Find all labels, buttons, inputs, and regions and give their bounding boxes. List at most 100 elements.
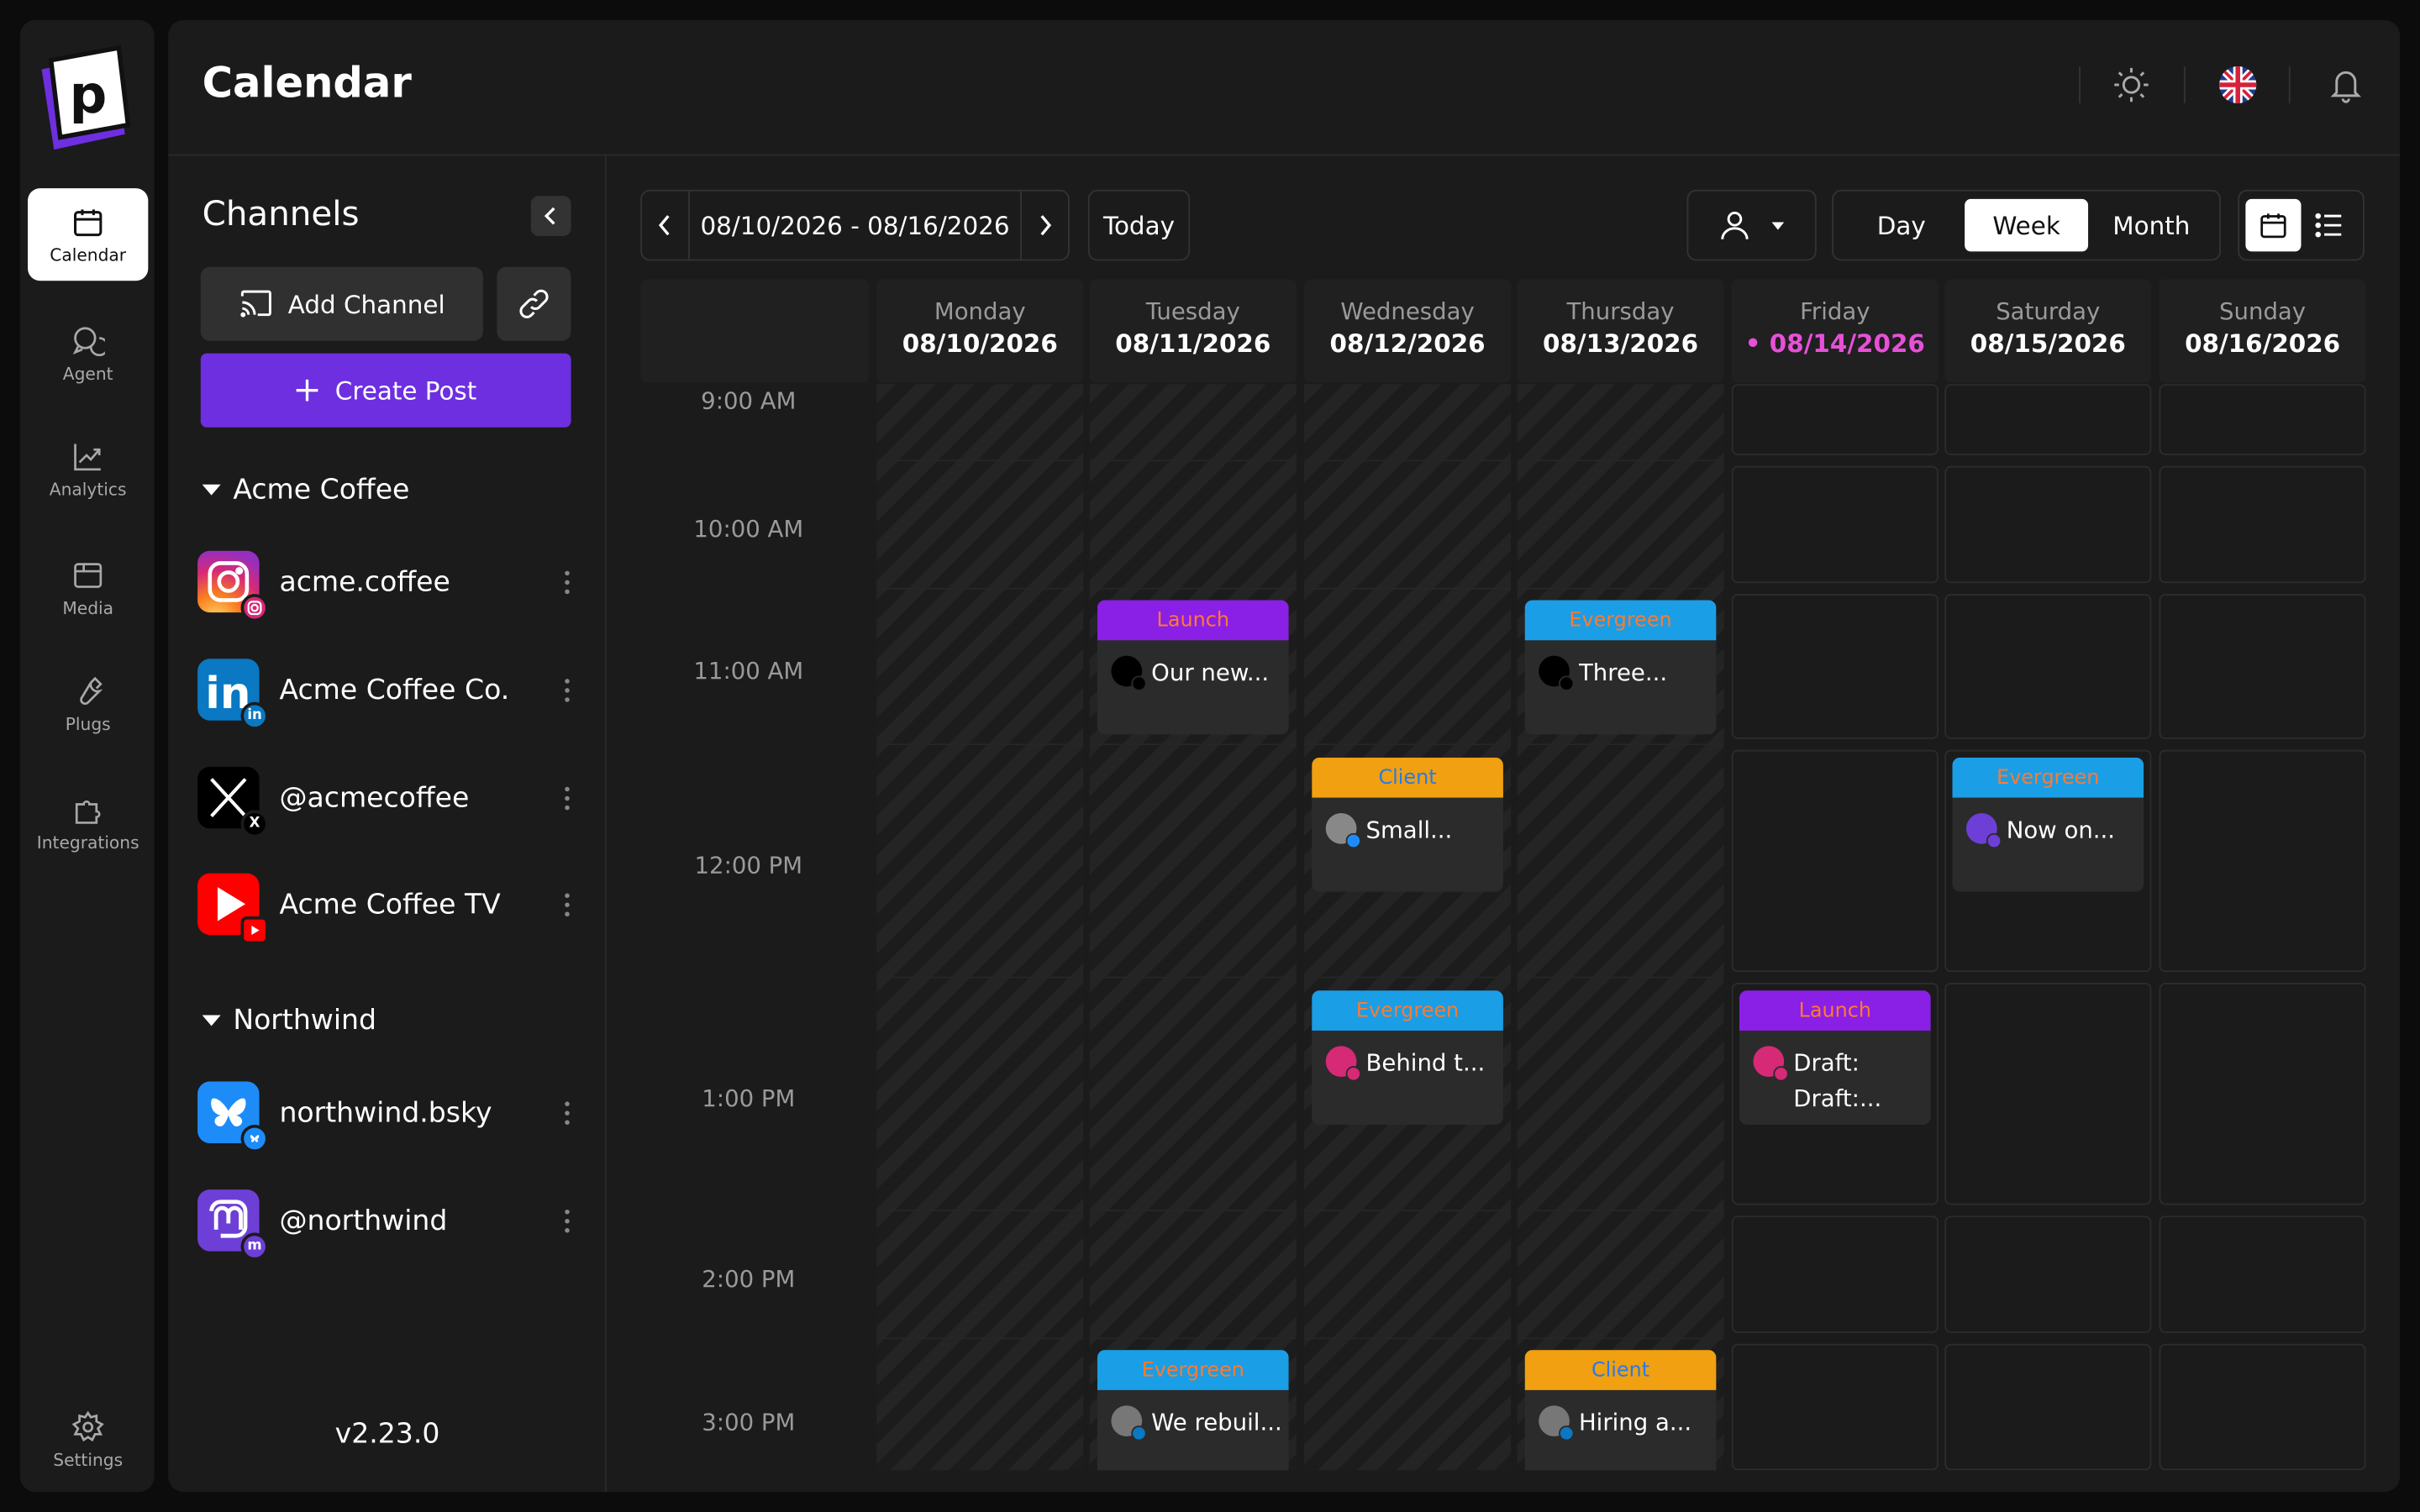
hour-divider bbox=[1089, 1209, 1297, 1211]
time-slot[interactable] bbox=[1731, 465, 1939, 584]
today-button[interactable]: Today bbox=[1087, 189, 1191, 261]
time-slot[interactable] bbox=[2159, 1215, 2366, 1333]
hour-divider bbox=[1089, 1337, 1297, 1340]
nav-media[interactable]: Media bbox=[28, 542, 148, 634]
customer-select[interactable] bbox=[1686, 189, 1817, 261]
time-slot[interactable] bbox=[1944, 1343, 2152, 1471]
post-preview-body: Our new... bbox=[1097, 640, 1289, 691]
post-preview-text-wrap: Behind t... bbox=[1365, 1046, 1485, 1081]
group-toggle-northwind[interactable]: Northwind bbox=[202, 1005, 376, 1037]
create-post-button[interactable]: Create Post bbox=[200, 353, 571, 428]
time-slot[interactable] bbox=[2159, 982, 2366, 1205]
header-divider bbox=[2183, 66, 2186, 104]
week-grid: Monday 08/10/2026 Tuesday 08/11/2026 Wednesd… bbox=[640, 279, 2366, 1471]
nav-agent[interactable]: Agent bbox=[28, 307, 148, 400]
nav-plugs[interactable]: Plugs bbox=[28, 657, 148, 749]
channel-menu-icon[interactable] bbox=[555, 785, 577, 810]
time-slot[interactable] bbox=[1731, 749, 1939, 973]
post-preview-body: We rebuil... bbox=[1097, 1390, 1289, 1441]
platform-badge-icon bbox=[1131, 675, 1147, 691]
day-header: Wednesday 08/12/2026 bbox=[1304, 279, 1512, 383]
channel-menu-icon[interactable] bbox=[555, 1100, 577, 1125]
channel-menu-icon[interactable] bbox=[555, 678, 577, 701]
day-date: 08/16/2026 bbox=[2185, 328, 2341, 359]
post-preview-text: Behind t... bbox=[1365, 1048, 1486, 1078]
post-tag: Evergreen bbox=[1952, 757, 2144, 798]
channel-item-acme-coffee-co[interactable]: in in Acme Coffee Co. bbox=[197, 653, 577, 730]
view-switcher: Day Week Month bbox=[1832, 189, 2222, 261]
svg-text:p: p bbox=[70, 64, 108, 125]
hour-divider bbox=[876, 587, 1084, 590]
time-slot[interactable] bbox=[2159, 749, 2366, 973]
channel-item-acme-coffee[interactable]: acme.coffee bbox=[197, 544, 577, 622]
collapse-sidebar-button[interactable] bbox=[530, 196, 571, 237]
post-preview-card[interactable]: Launch Our new... bbox=[1097, 600, 1289, 735]
time-slot[interactable] bbox=[1944, 982, 2152, 1205]
display-mode-switcher bbox=[2238, 189, 2365, 261]
post-preview-text-wrap: Our new... bbox=[1151, 656, 1269, 691]
time-slot[interactable] bbox=[1944, 465, 2152, 584]
time-slot[interactable] bbox=[1731, 384, 1939, 455]
main-panel: Calendar Channels Add Channel Create Pos… bbox=[168, 19, 2401, 1493]
nav-analytics[interactable]: Analytics bbox=[28, 423, 148, 515]
puzzle-icon bbox=[75, 799, 101, 823]
time-slot[interactable] bbox=[2159, 594, 2366, 739]
view-month-button[interactable]: Month bbox=[2090, 199, 2213, 251]
post-preview-card[interactable]: Launch Draft: Draft:... bbox=[1739, 990, 1931, 1125]
post-preview-card[interactable]: Client Hiring a... bbox=[1524, 1350, 1717, 1471]
post-preview-card[interactable]: Evergreen Now on... bbox=[1952, 757, 2144, 892]
day-name: Sunday bbox=[2219, 297, 2307, 326]
nav-integrations[interactable]: Integrations bbox=[28, 776, 148, 869]
time-slot[interactable] bbox=[2159, 1343, 2366, 1471]
prev-week-button[interactable] bbox=[642, 192, 688, 260]
calendar-mode-button[interactable] bbox=[2245, 198, 2302, 252]
post-preview-card[interactable]: Client Small... bbox=[1312, 757, 1503, 892]
theme-toggle-button[interactable] bbox=[2110, 63, 2153, 106]
channel-name: northwind.bsky bbox=[279, 1095, 492, 1129]
channel-menu-icon[interactable] bbox=[555, 892, 577, 916]
channel-menu-icon[interactable] bbox=[555, 570, 577, 594]
past-day-column bbox=[1304, 384, 1512, 1471]
time-slot[interactable] bbox=[2159, 465, 2366, 584]
post-preview-card[interactable]: Evergreen Three... bbox=[1524, 600, 1717, 735]
channel-item-acmecoffee-x[interactable]: X @acmecoffee bbox=[197, 760, 577, 838]
nav-settings[interactable]: Settings bbox=[28, 1394, 148, 1486]
language-button[interactable] bbox=[2217, 63, 2260, 106]
time-slot[interactable] bbox=[1944, 384, 2152, 455]
hour-divider bbox=[1304, 459, 1512, 462]
post-preview-text: Hiring a... bbox=[1578, 1408, 1692, 1436]
nav-calendar[interactable]: Calendar bbox=[28, 188, 149, 281]
bell-icon bbox=[2330, 71, 2362, 103]
day-date: 08/12/2026 bbox=[1329, 328, 1486, 359]
channel-menu-icon[interactable] bbox=[555, 1209, 577, 1232]
link-button[interactable] bbox=[497, 266, 571, 341]
date-range-label[interactable]: 08/10/2026 - 08/16/2026 bbox=[688, 191, 1022, 260]
view-week-button[interactable]: Week bbox=[1965, 198, 2089, 252]
view-day-button[interactable]: Day bbox=[1839, 199, 1963, 251]
time-slot[interactable] bbox=[1731, 594, 1939, 739]
chevron-left-icon bbox=[544, 207, 555, 225]
notifications-button[interactable] bbox=[2324, 63, 2367, 106]
time-slot[interactable] bbox=[1944, 594, 2152, 739]
channel-name: Acme Coffee Co. bbox=[279, 673, 510, 706]
time-slot[interactable] bbox=[1731, 1343, 1939, 1471]
linkedin-avatar-icon bbox=[1539, 1405, 1575, 1441]
next-week-button[interactable] bbox=[1022, 192, 1068, 260]
hour-divider bbox=[1089, 976, 1297, 979]
mastodon-avatar: m bbox=[197, 1189, 269, 1261]
channel-item-northwind-bsky[interactable]: northwind.bsky bbox=[197, 1075, 577, 1153]
channel-item-northwind-mastodon[interactable]: m @northwind bbox=[197, 1184, 577, 1261]
chat-icon bbox=[72, 326, 105, 356]
channel-item-acme-coffee-tv[interactable]: Acme Coffee TV bbox=[197, 867, 577, 945]
post-preview-body: Draft: Draft:... bbox=[1739, 1031, 1931, 1117]
add-channel-button[interactable]: Add Channel bbox=[200, 266, 483, 341]
post-preview-card[interactable]: Evergreen We rebuil... bbox=[1097, 1350, 1289, 1471]
time-slot[interactable] bbox=[1944, 1215, 2152, 1333]
time-slot[interactable] bbox=[1731, 1215, 1939, 1333]
app-logo[interactable]: p bbox=[35, 39, 137, 156]
time-slot[interactable] bbox=[2159, 384, 2366, 455]
list-mode-button[interactable] bbox=[2302, 199, 2357, 251]
post-preview-card[interactable]: Evergreen Behind t... bbox=[1312, 990, 1503, 1125]
day-name: Thursday bbox=[1566, 297, 1675, 326]
group-toggle-acme-coffee[interactable]: Acme Coffee bbox=[202, 474, 409, 506]
